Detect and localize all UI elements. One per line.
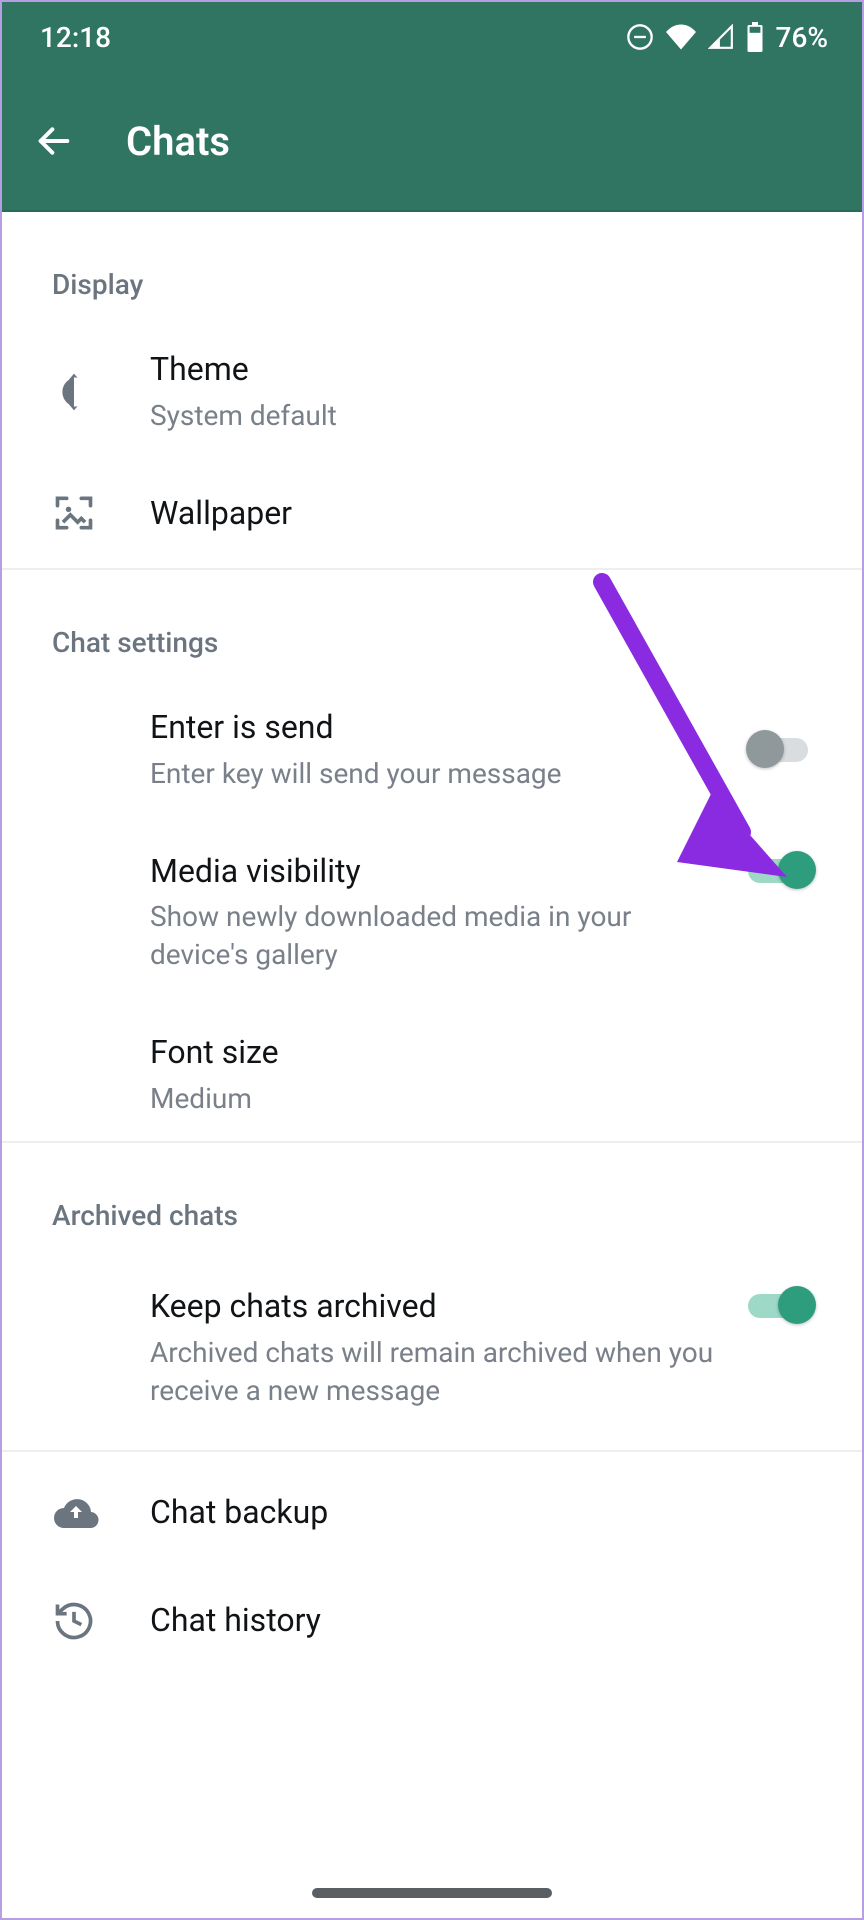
signal-icon <box>708 24 734 50</box>
wallpaper-icon <box>52 491 150 535</box>
keep-archived-title: Keep chats archived <box>150 1286 730 1328</box>
device-frame: 12:18 76% Chats Display <box>0 0 864 1920</box>
status-bar: 12:18 76% <box>2 2 862 72</box>
row-keep-archived[interactable]: Keep chats archived Archived chats will … <box>2 1256 862 1449</box>
back-button[interactable] <box>30 117 78 165</box>
theme-icon <box>52 370 150 414</box>
status-time: 12:18 <box>40 21 111 54</box>
page-title: Chats <box>126 118 230 165</box>
theme-subtitle: System default <box>150 397 796 435</box>
arrow-back-icon <box>34 121 74 161</box>
media-visibility-subtitle: Show newly downloaded media in your devi… <box>150 898 730 974</box>
cloud-upload-icon <box>52 1492 150 1532</box>
history-icon <box>52 1599 150 1643</box>
keep-archived-toggle[interactable] <box>746 1286 812 1326</box>
keep-archived-subtitle: Archived chats will remain archived when… <box>150 1334 730 1410</box>
section-header-chat-settings: Chat settings <box>2 570 862 683</box>
enter-is-send-title: Enter is send <box>150 707 730 749</box>
section-header-archived: Archived chats <box>2 1143 862 1256</box>
nav-pill <box>312 1888 552 1898</box>
dnd-icon <box>626 23 654 51</box>
status-right: 76% <box>626 21 828 54</box>
content: Display Theme System default Wallpaper C… <box>2 212 862 1673</box>
section-header-display: Display <box>2 212 862 325</box>
row-chat-backup[interactable]: Chat backup <box>2 1452 862 1564</box>
app-bar: Chats <box>2 72 862 212</box>
row-media-visibility[interactable]: Media visibility Show newly downloaded m… <box>2 817 862 1008</box>
theme-title: Theme <box>150 349 796 391</box>
media-visibility-toggle[interactable] <box>746 851 812 891</box>
chat-backup-title: Chat backup <box>150 1492 796 1534</box>
enter-is-send-toggle[interactable] <box>746 730 812 770</box>
battery-percent: 76% <box>776 21 828 54</box>
row-wallpaper[interactable]: Wallpaper <box>2 458 862 568</box>
wifi-icon <box>666 24 696 50</box>
battery-icon <box>746 22 764 52</box>
font-size-subtitle: Medium <box>150 1080 796 1118</box>
chat-history-title: Chat history <box>150 1600 796 1642</box>
wallpaper-title: Wallpaper <box>150 493 796 535</box>
media-visibility-title: Media visibility <box>150 851 730 893</box>
row-chat-history[interactable]: Chat history <box>2 1563 862 1673</box>
font-size-title: Font size <box>150 1032 796 1074</box>
row-theme[interactable]: Theme System default <box>2 325 862 458</box>
row-enter-is-send[interactable]: Enter is send Enter key will send your m… <box>2 683 862 816</box>
enter-is-send-subtitle: Enter key will send your message <box>150 755 730 793</box>
row-font-size[interactable]: Font size Medium <box>2 1008 862 1141</box>
